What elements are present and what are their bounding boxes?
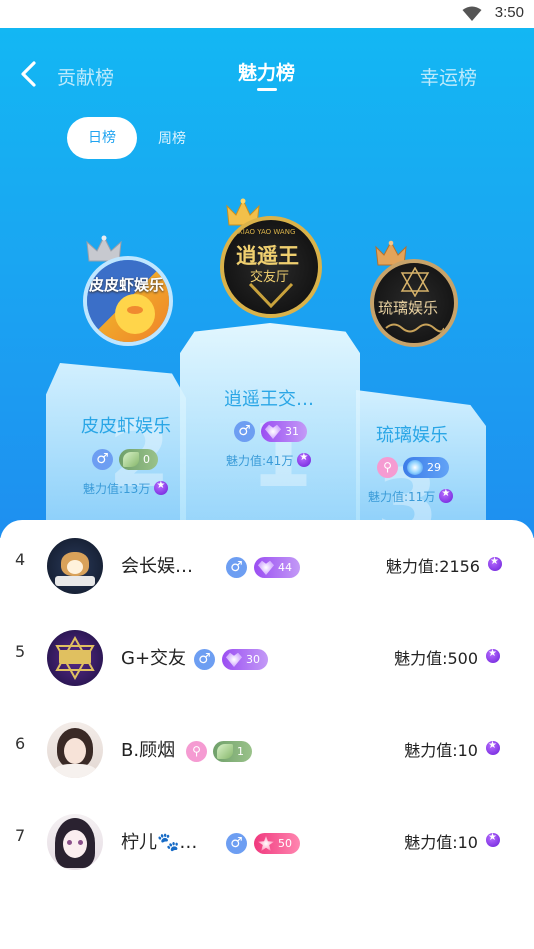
tab-daily[interactable]: 日榜 bbox=[67, 117, 137, 159]
rank-number: 6 bbox=[15, 734, 26, 753]
member-name: 柠儿🐾… bbox=[121, 832, 198, 853]
level-badge-value: 0 bbox=[143, 453, 150, 466]
avatar[interactable] bbox=[47, 722, 103, 778]
wave-ornament-icon bbox=[385, 323, 444, 333]
charm-value: 魅力值:2156 bbox=[385, 553, 502, 577]
star-icon bbox=[258, 836, 274, 851]
level-badge-value: 31 bbox=[285, 425, 299, 438]
male-icon: ♂ bbox=[92, 449, 113, 470]
avatar-second[interactable]: 皮皮虾娱乐 bbox=[83, 256, 173, 346]
male-icon: ♂ bbox=[234, 421, 255, 442]
status-time: 3:50 bbox=[494, 4, 524, 21]
rank-number: 5 bbox=[15, 642, 26, 661]
rank-number: 4 bbox=[15, 550, 26, 569]
level-badge: 1 bbox=[213, 741, 252, 762]
charm-value: 魅力值:10 bbox=[404, 737, 500, 761]
level-badge-value: 30 bbox=[246, 653, 260, 666]
charm-star-icon bbox=[486, 648, 500, 663]
podium-third-name[interactable]: 琉璃娱乐 bbox=[376, 421, 448, 447]
podium-first-charm: 魅力值:41万 bbox=[226, 452, 312, 469]
level-badge-value: 29 bbox=[427, 461, 441, 474]
tab-weekly[interactable]: 周榜 bbox=[158, 128, 186, 148]
charm-star-icon bbox=[297, 452, 312, 467]
podium-second-name[interactable]: 皮皮虾娱乐 bbox=[81, 412, 171, 438]
crystal-icon bbox=[407, 460, 423, 475]
back-arrow-icon[interactable] bbox=[18, 60, 40, 88]
list-item[interactable]: 7 柠儿🐾… ♂ 50 魅力值:10 bbox=[0, 796, 534, 888]
heart-icon bbox=[265, 424, 281, 439]
level-badge-value: 50 bbox=[278, 837, 292, 850]
leaf-icon bbox=[217, 744, 233, 759]
ranking-page: 3:50 贡献榜 魅力榜 幸运榜 日榜 周榜 2 1 3 皮皮 bbox=[0, 0, 534, 949]
level-badge-value: 1 bbox=[237, 745, 244, 758]
wifi-icon bbox=[462, 6, 482, 21]
charm-value: 魅力值:500 bbox=[394, 645, 500, 669]
avatar[interactable] bbox=[47, 814, 103, 870]
avatar[interactable] bbox=[47, 538, 103, 594]
heart-icon bbox=[226, 652, 242, 667]
avatar-first[interactable]: XIAO YAO WANG 逍遥王 交友厅 bbox=[220, 216, 322, 318]
tab-charm[interactable]: 魅力榜 bbox=[238, 58, 295, 85]
charm-value-text: 魅力值:10 bbox=[404, 741, 478, 760]
ranking-list: 4 会长娱… ♂ 44 魅力值:2156 5 G+交友 ♂ 30 魅力值:500 bbox=[0, 520, 534, 949]
avatar-first-top: XIAO YAO WANG bbox=[238, 228, 296, 236]
tab-luck[interactable]: 幸运榜 bbox=[420, 63, 477, 90]
charm-star-icon bbox=[154, 480, 169, 495]
charm-star-icon bbox=[486, 740, 500, 755]
level-badge: 30 bbox=[222, 649, 268, 670]
male-icon: ♂ bbox=[194, 649, 215, 670]
header-hero: 贡献榜 魅力榜 幸运榜 日榜 周榜 2 1 3 皮皮虾娱乐 bbox=[0, 28, 534, 538]
charm-value-text: 魅力值:10 bbox=[404, 833, 478, 852]
status-bar: 3:50 bbox=[0, 0, 534, 28]
level-badge-value: 44 bbox=[278, 561, 292, 574]
female-icon: ⚲ bbox=[186, 741, 207, 762]
podium-second-charm-text: 魅力值:13万 bbox=[83, 482, 151, 496]
avatar-second-text: 皮皮虾娱乐 bbox=[89, 276, 165, 294]
level-badge: 0 bbox=[119, 449, 158, 470]
podium-third-charm-text: 魅力值:11万 bbox=[368, 490, 436, 504]
charm-value-text: 魅力值:500 bbox=[394, 649, 478, 668]
leaf-icon bbox=[123, 452, 139, 467]
active-tab-indicator bbox=[257, 88, 277, 91]
v-logo-icon bbox=[248, 282, 294, 308]
heart-icon bbox=[258, 560, 274, 575]
star-logo-icon bbox=[400, 267, 430, 297]
list-item[interactable]: 5 G+交友 ♂ 30 魅力值:500 bbox=[0, 612, 534, 704]
member-name: 会长娱… bbox=[121, 556, 193, 577]
male-icon: ♂ bbox=[226, 833, 247, 854]
podium-first-charm-text: 魅力值:41万 bbox=[226, 454, 294, 468]
tab-contribution[interactable]: 贡献榜 bbox=[57, 63, 114, 90]
level-badge: 31 bbox=[261, 421, 307, 442]
avatar-third[interactable]: 琉璃娱乐 bbox=[370, 259, 458, 347]
female-icon: ⚲ bbox=[377, 457, 398, 478]
podium-first-name[interactable]: 逍遥王交… bbox=[224, 385, 314, 411]
rank-number: 7 bbox=[15, 826, 26, 845]
member-name: G+交友 bbox=[121, 648, 187, 669]
avatar[interactable] bbox=[47, 630, 103, 686]
male-icon: ♂ bbox=[226, 557, 247, 578]
level-badge: 50 bbox=[254, 833, 300, 854]
list-item[interactable]: 4 会长娱… ♂ 44 魅力值:2156 bbox=[0, 520, 534, 612]
level-badge: 29 bbox=[403, 457, 449, 478]
charm-star-icon bbox=[439, 488, 454, 503]
charm-star-icon bbox=[486, 832, 500, 847]
charm-value: 魅力值:10 bbox=[404, 829, 500, 853]
podium-third-charm: 魅力值:11万 bbox=[368, 488, 454, 505]
avatar-third-text: 琉璃娱乐 bbox=[378, 299, 439, 317]
podium-second-charm: 魅力值:13万 bbox=[83, 480, 169, 497]
charm-star-icon bbox=[488, 556, 502, 571]
level-badge: 44 bbox=[254, 557, 300, 578]
list-item[interactable]: 6 B.顾烟 ⚲ 1 魅力值:10 bbox=[0, 704, 534, 796]
charm-value-text: 魅力值:2156 bbox=[385, 557, 480, 576]
member-name: B.顾烟 bbox=[121, 740, 176, 761]
podium-block-second: 2 bbox=[46, 363, 186, 538]
